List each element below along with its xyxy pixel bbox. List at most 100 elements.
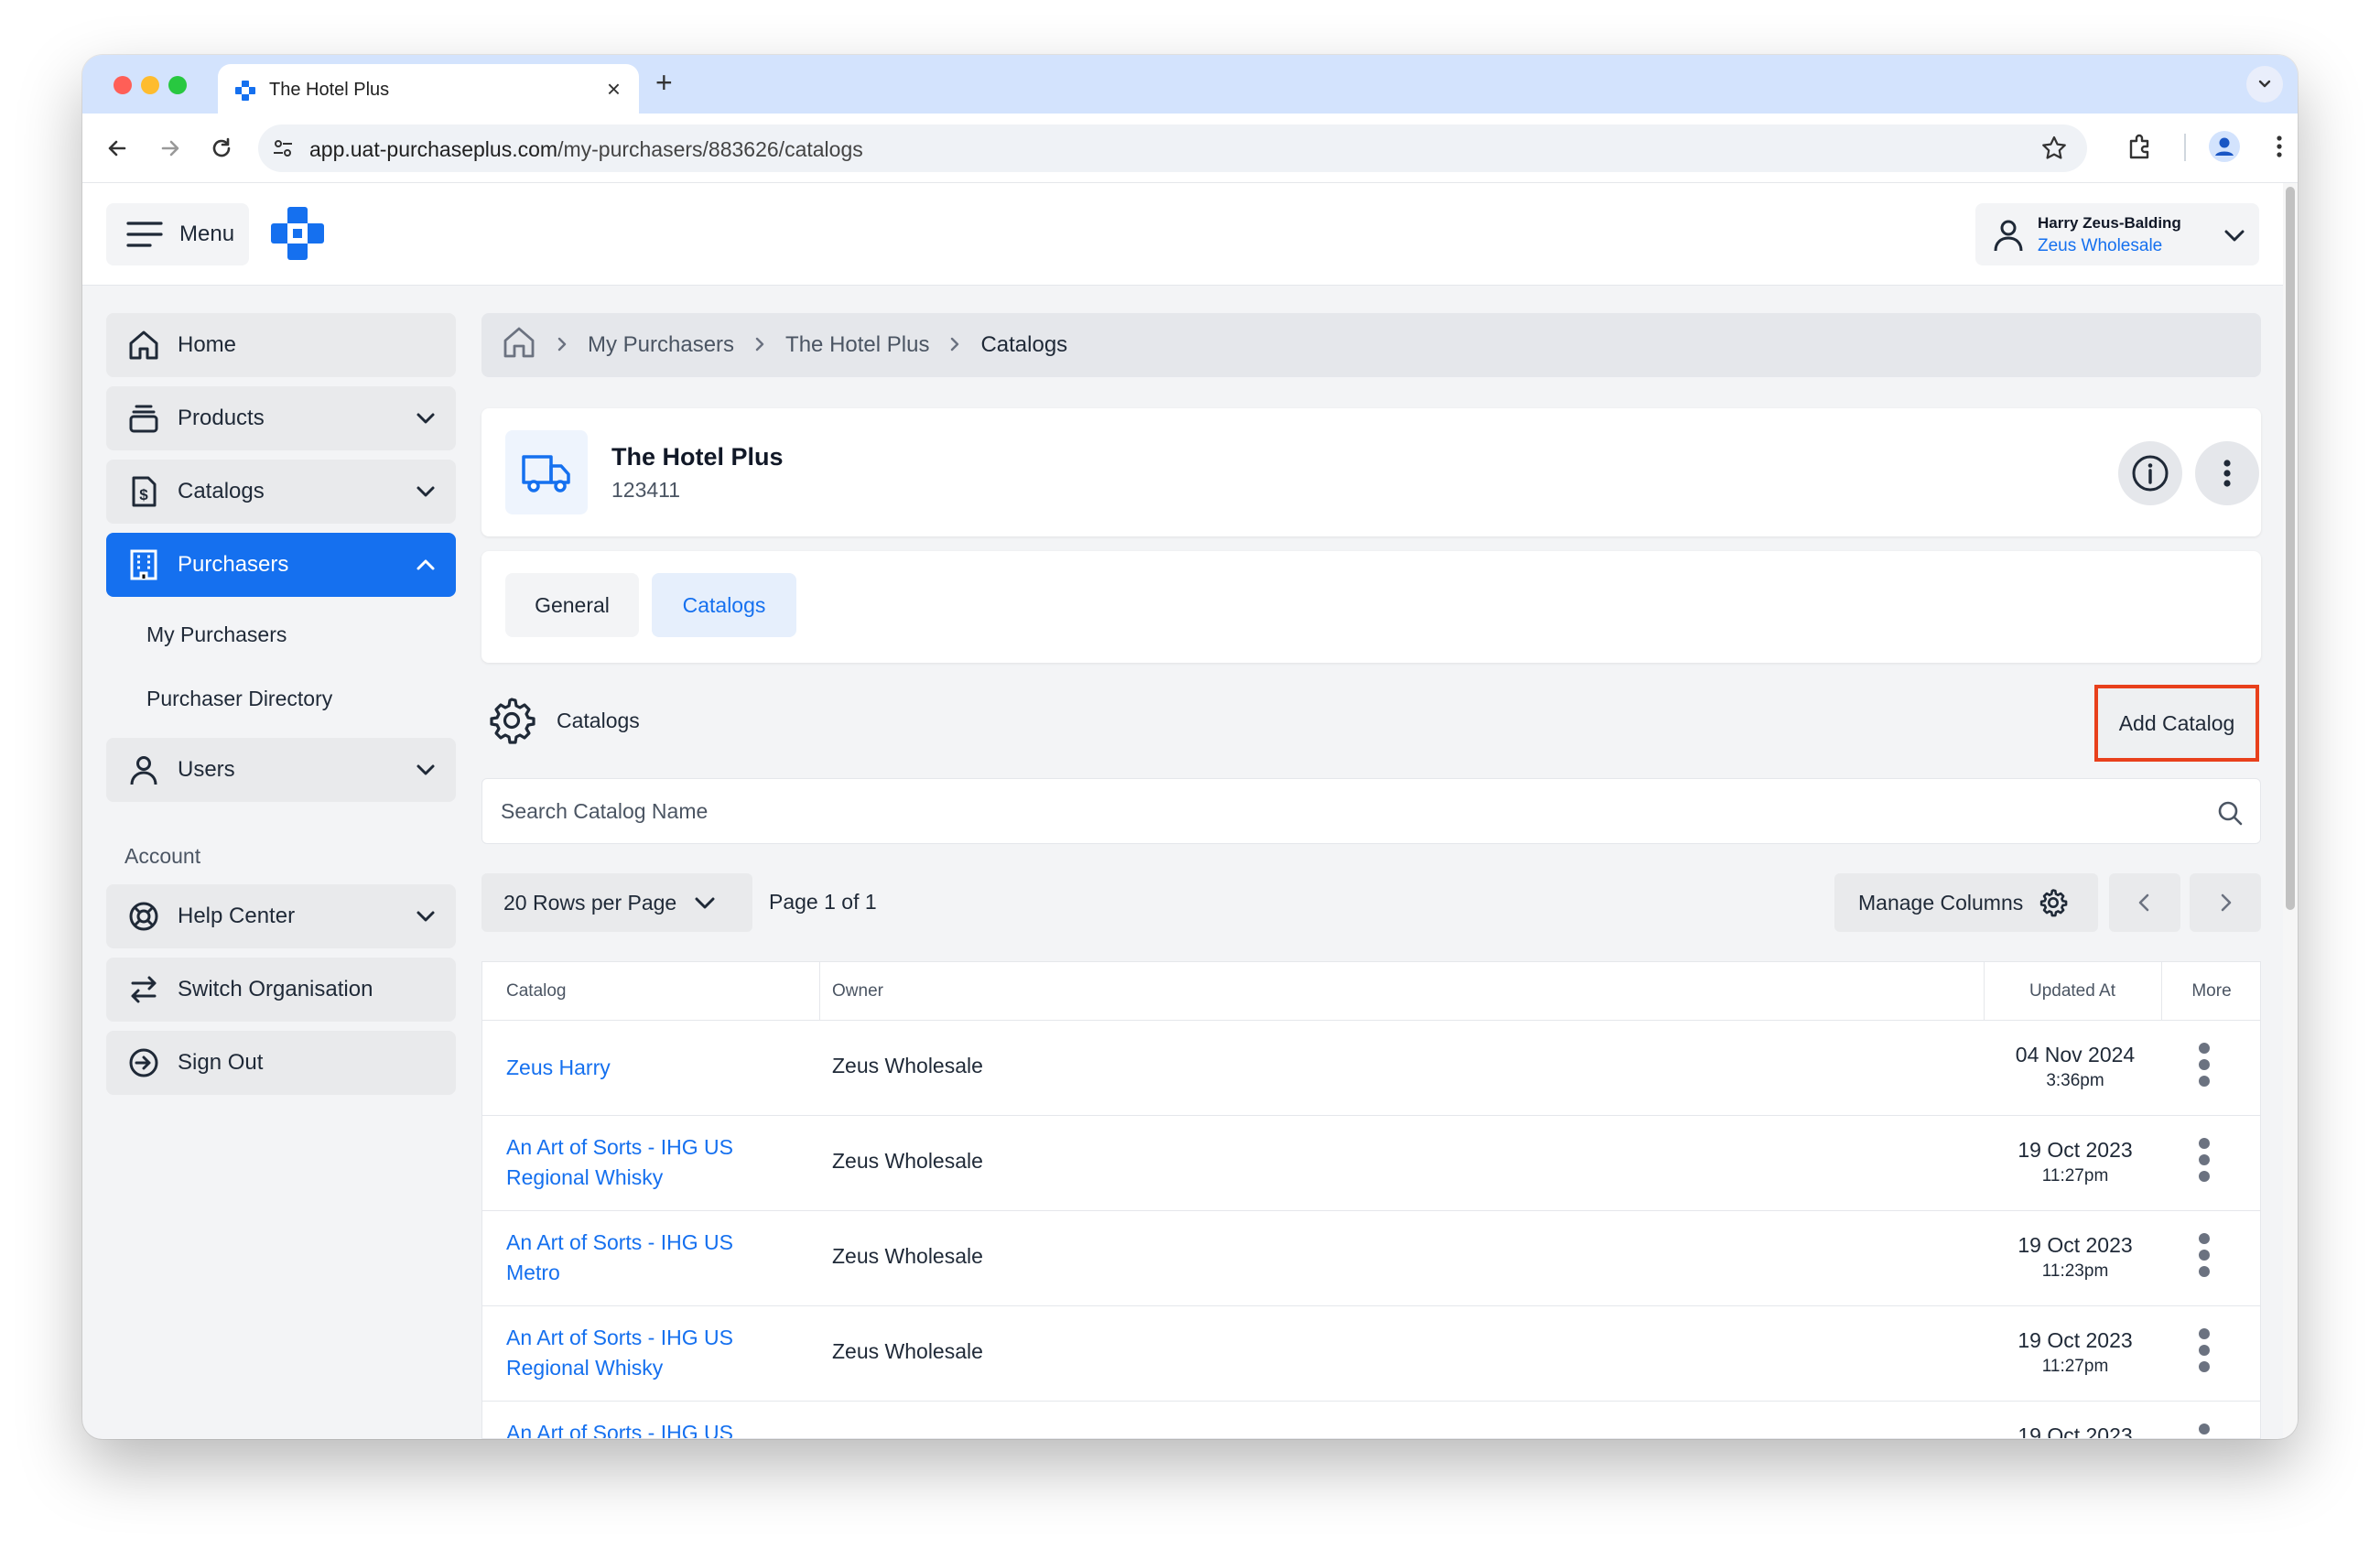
user-icon xyxy=(1990,216,2027,257)
row-more-button[interactable] xyxy=(2198,1424,2211,1438)
column-header-catalog: Catalog xyxy=(506,981,567,1001)
purchaser-code: 123411 xyxy=(611,478,681,502)
section-title: Catalogs xyxy=(557,709,640,732)
updated-at-cell: 19 Oct 2023 xyxy=(1984,1424,2167,1439)
manage-columns-label: Manage Columns xyxy=(1858,890,2024,915)
table-row: Zeus Harry Zeus Wholesale 04 Nov 2024 3:… xyxy=(482,1021,2260,1116)
search-input[interactable] xyxy=(482,779,2260,843)
sidebar-item-users[interactable]: Users xyxy=(106,738,456,802)
sidebar-item-sign-out[interactable]: Sign Out xyxy=(106,1031,456,1095)
browser-menu-icon[interactable] xyxy=(2263,130,2296,168)
sign-out-icon xyxy=(126,1045,161,1080)
page-scrollbar[interactable] xyxy=(2283,183,2298,1439)
dollar-document-icon: $ xyxy=(126,474,161,509)
browser-tab[interactable]: The Hotel Plus × xyxy=(218,64,639,114)
more-options-button[interactable] xyxy=(2195,441,2259,505)
pagination-controls: 20 Rows per Page Page 1 of 1 Manage Colu… xyxy=(481,873,2261,934)
sidebar-item-help-center[interactable]: Help Center xyxy=(106,884,456,948)
column-header-updated-at: Updated At xyxy=(2028,981,2116,1001)
table-header-row: Catalog Owner Updated At More xyxy=(482,962,2260,1021)
info-button[interactable] xyxy=(2118,441,2182,505)
sidebar-subitem-my-purchasers[interactable]: My Purchasers xyxy=(146,622,287,647)
row-more-button[interactable] xyxy=(2198,1138,2211,1182)
owner-cell: Zeus Wholesale xyxy=(832,1244,983,1268)
address-bar[interactable]: app.uat-purchaseplus.com/my-purchasers/8… xyxy=(258,124,2087,172)
tab-title: The Hotel Plus xyxy=(269,80,390,100)
home-icon[interactable] xyxy=(502,325,536,366)
new-tab-button[interactable]: + xyxy=(655,66,673,100)
profile-avatar-icon[interactable] xyxy=(2208,130,2241,168)
tab-search-button[interactable] xyxy=(2246,66,2283,103)
lifebuoy-icon xyxy=(126,899,161,934)
user-icon xyxy=(126,752,161,787)
updated-date: 19 Oct 2023 xyxy=(2018,1138,2133,1162)
purchaseplus-logo[interactable] xyxy=(269,205,326,266)
rows-per-page-select[interactable]: 20 Rows per Page xyxy=(481,873,752,932)
catalog-link[interactable]: An Art of Sorts - IHG US xyxy=(506,1418,781,1438)
user-organisation: Zeus Wholesale xyxy=(2038,236,2163,255)
back-button[interactable] xyxy=(101,132,134,165)
switch-arrows-icon xyxy=(126,972,161,1007)
previous-page-button[interactable] xyxy=(2109,873,2180,932)
sidebar-item-label: Purchasers xyxy=(178,552,289,577)
table-row: An Art of Sorts - IHG US 19 Oct 2023 xyxy=(482,1402,2260,1439)
updated-time: 11:27pm xyxy=(2041,1357,2109,1376)
chevron-right-icon xyxy=(553,331,571,360)
breadcrumb-my-purchasers[interactable]: My Purchasers xyxy=(588,332,734,358)
site-settings-icon[interactable] xyxy=(271,136,295,165)
manage-columns-button[interactable]: Manage Columns xyxy=(1834,873,2098,932)
sidebar-item-products[interactable]: Products xyxy=(106,386,456,450)
next-page-button[interactable] xyxy=(2190,873,2261,932)
sidebar-item-home[interactable]: Home xyxy=(106,313,456,377)
close-window-button[interactable] xyxy=(114,76,132,94)
reload-button[interactable] xyxy=(205,132,238,165)
table-row: An Art of Sorts - IHG US Regional Whisky… xyxy=(482,1116,2260,1211)
catalog-link[interactable]: An Art of Sorts - IHG US Regional Whisky xyxy=(506,1132,781,1193)
sidebar-item-switch-organisation[interactable]: Switch Organisation xyxy=(106,958,456,1022)
forward-button[interactable] xyxy=(154,132,187,165)
owner-cell: Zeus Wholesale xyxy=(832,1149,983,1173)
sidebar-item-catalogs[interactable]: $ Catalogs xyxy=(106,460,456,524)
row-more-button[interactable] xyxy=(2198,1233,2211,1277)
column-header-owner: Owner xyxy=(832,981,883,1001)
tab-strip: The Hotel Plus × + xyxy=(82,55,2298,114)
close-tab-icon[interactable]: × xyxy=(607,75,621,103)
catalog-link[interactable]: Zeus Harry xyxy=(506,1053,781,1083)
row-more-button[interactable] xyxy=(2198,1328,2211,1372)
maximize-window-button[interactable] xyxy=(168,76,187,94)
catalog-link[interactable]: An Art of Sorts - IHG US Metro xyxy=(506,1228,781,1288)
catalog-link[interactable]: An Art of Sorts - IHG US Regional Whisky xyxy=(506,1323,781,1383)
tab-catalogs[interactable]: Catalogs xyxy=(652,573,796,637)
extensions-icon[interactable] xyxy=(2124,130,2157,168)
menu-label: Menu xyxy=(179,222,235,246)
breadcrumb-the-hotel-plus[interactable]: The Hotel Plus xyxy=(785,332,929,358)
tab-general[interactable]: General xyxy=(505,573,639,637)
favicon-icon xyxy=(234,80,256,106)
sidebar-subitem-purchaser-directory[interactable]: Purchaser Directory xyxy=(146,687,332,711)
updated-date: 19 Oct 2023 xyxy=(2018,1233,2133,1257)
menu-button[interactable]: Menu xyxy=(106,203,249,265)
bookmark-star-icon[interactable] xyxy=(2039,134,2069,168)
add-catalog-button[interactable]: Add Catalog xyxy=(2094,685,2259,762)
chevron-down-icon xyxy=(695,897,715,909)
truck-icon xyxy=(505,430,588,514)
gear-icon xyxy=(485,694,538,752)
catalogs-section-header: Catalogs Add Catalog xyxy=(481,681,2261,762)
purchaser-header-card: The Hotel Plus 123411 xyxy=(481,408,2261,536)
scrollbar-thumb[interactable] xyxy=(2286,187,2295,910)
products-stack-icon xyxy=(126,401,161,436)
catalogs-table: Catalog Owner Updated At More Zeus Harry… xyxy=(481,961,2261,1439)
sidebar-item-purchasers[interactable]: Purchasers xyxy=(106,533,456,597)
url-text: app.uat-purchaseplus.com/my-purchasers/8… xyxy=(309,137,863,162)
updated-time: 11:27pm xyxy=(2041,1166,2109,1185)
search-icon[interactable] xyxy=(2216,799,2244,831)
page-info: Page 1 of 1 xyxy=(769,890,877,914)
kebab-icon xyxy=(2223,460,2231,487)
row-more-button[interactable] xyxy=(2198,1043,2211,1087)
user-menu[interactable]: Harry Zeus-Balding Zeus Wholesale xyxy=(1975,203,2259,265)
arrow-left-icon xyxy=(108,140,126,157)
updated-date: 19 Oct 2023 xyxy=(2018,1424,2133,1439)
table-row: An Art of Sorts - IHG US Metro Zeus Whol… xyxy=(482,1211,2260,1306)
minimize-window-button[interactable] xyxy=(141,76,159,94)
column-header-more: More xyxy=(2191,981,2232,1001)
